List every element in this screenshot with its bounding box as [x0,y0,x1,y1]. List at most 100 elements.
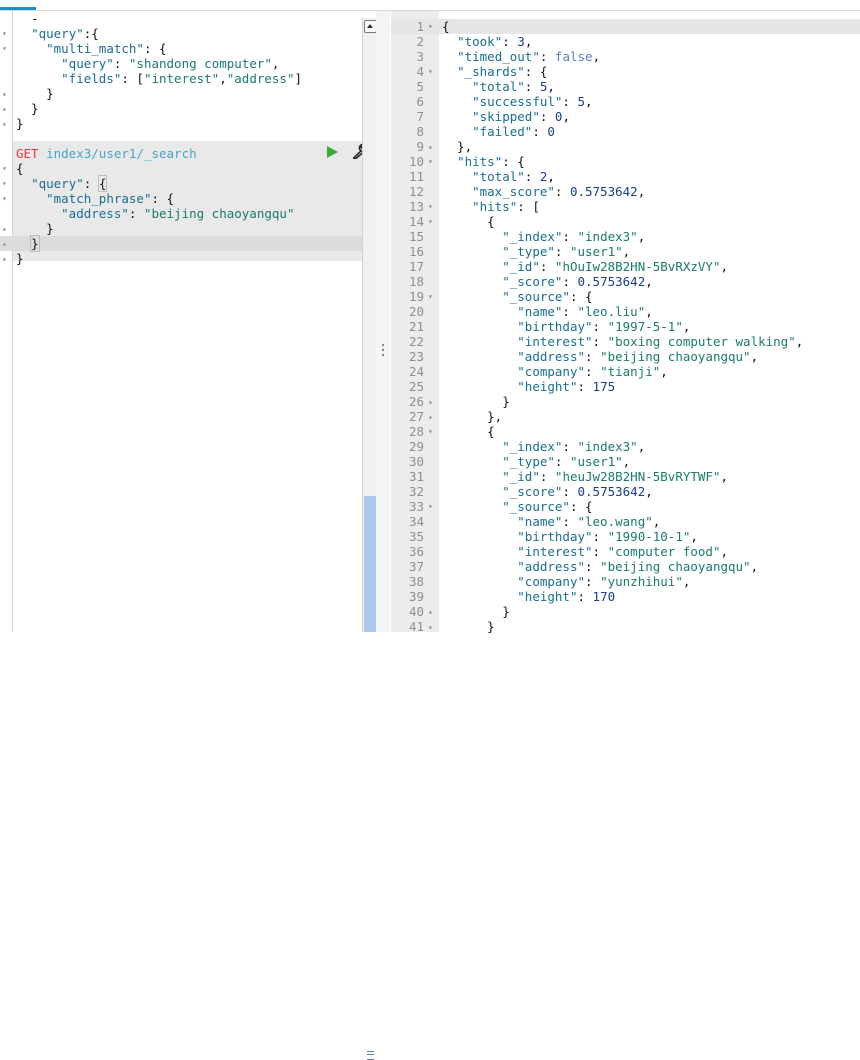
response-line: 4 ▾ "_shards": { [391,64,860,79]
pane-divider[interactable] [376,11,390,632]
request-line[interactable]: ▾ "query":{ [0,26,362,41]
code-token: : [562,274,578,289]
code-token: , [750,349,759,364]
code-token: "beijing chaoyangqu" [600,349,751,364]
code-token: 0 [547,124,555,139]
fold-close-icon[interactable]: ▴ [2,221,12,236]
code-token: 0.5753642 [569,184,638,199]
request-line[interactable]: "query": "shandong computer", [0,56,362,71]
fold-close-icon[interactable]: ▴ [2,251,12,266]
code-token: , [547,79,555,94]
play-icon[interactable] [327,146,338,158]
active-tab-indicator [0,7,36,10]
line-number: 24 [408,364,424,379]
fold-open-icon[interactable]: ▾ [2,176,12,191]
fold-open-icon[interactable]: ▾ [428,499,436,514]
code-token: : [128,206,144,221]
fold-open-icon[interactable]: ▾ [428,424,436,439]
code-token: :{ [83,26,99,41]
code-token: , [547,169,555,184]
request-line[interactable]: ▴} [0,251,362,266]
request-line[interactable]: GET index3/user1/_search [0,146,362,161]
fold-open-icon[interactable]: ▾ [2,191,12,206]
request-line[interactable]: ▴} [0,116,362,131]
code-token: 3 [517,34,525,49]
fold-close-icon[interactable]: ▴ [428,139,436,154]
request-line[interactable] [0,131,362,146]
line-number: 30 [408,454,424,469]
request-line[interactable]: ▾ "match_phrase": { [0,191,362,206]
code-token: : [592,544,608,559]
code-token: , [795,334,804,349]
scrollbar-thumb[interactable] [364,496,376,1060]
code-token: "leo.wang" [577,514,653,529]
response-line: 40 ▴ } [391,604,860,619]
fold-close-icon[interactable]: ▴ [2,101,12,116]
request-line-code: } [16,101,39,116]
request-line[interactable]: ▾ "multi_match": { [0,41,362,56]
response-line-code: "hits": [ [442,199,540,214]
response-line: 15 "_index": "index3", [391,229,860,244]
code-token: "successful" [472,94,563,109]
code-token: "interest" [517,334,593,349]
request-line-code: } [16,86,54,101]
code-token: , [592,49,601,64]
response-line: 16 "_type": "user1", [391,244,860,259]
line-number: 13 [408,199,424,214]
fold-close-icon[interactable]: ▴ [2,236,12,251]
fold-close-icon[interactable]: ▴ [428,409,436,424]
response-line-code: } [442,394,510,409]
line-number: 5 [416,79,424,94]
request-line[interactable]: ▾{ [0,161,362,176]
response-line-code: "company": "tianji", [442,364,668,379]
request-line[interactable]: ▴ } [0,235,362,252]
line-number: 23 [408,349,424,364]
code-token: , [637,184,646,199]
code-token: "yunzhihui" [600,574,683,589]
code-token: : [554,454,570,469]
response-line: 31 "_id": "heuJw28B2HN-5BvRYTWF", [391,469,860,484]
fold-close-icon[interactable]: ▴ [428,394,436,409]
response-viewer[interactable]: 1 ▾{2 "took": 3, 3 "timed_out": false, 4 ▾ "… [391,11,860,634]
fold-open-icon[interactable]: ▾ [428,289,436,304]
fold-open-icon[interactable]: ▾ [428,214,436,229]
fold-open-icon[interactable]: ▾ [2,26,12,41]
response-line: 35 "birthday": "1990-10-1", [391,529,860,544]
fold-open-icon[interactable]: ▾ [428,19,436,34]
request-line[interactable]: "address": "beijing chaoyangqu" [0,206,362,221]
fold-close-icon[interactable]: ▴ [2,86,12,101]
code-token: : [562,94,578,109]
line-number: 38 [408,574,424,589]
code-token: index3/user1/_search [46,146,197,161]
fold-open-icon[interactable]: ▾ [428,199,436,214]
response-line: 25 "height": 175 [391,379,860,394]
request-line[interactable]: ▾ "query": { [0,175,362,192]
request-line[interactable]: ▴ } [0,86,362,101]
request-line[interactable]: - [0,11,362,26]
fold-open-icon[interactable]: ▾ [428,64,436,79]
code-token: , [652,514,661,529]
request-line[interactable]: "fields": ["interest","address"] [0,71,362,86]
code-token: "address" [61,206,129,221]
drag-handle-icon[interactable] [382,344,384,360]
code-token: : [554,184,570,199]
response-line-code: { [442,214,495,229]
request-line[interactable]: ▴ } [0,101,362,116]
fold-close-icon[interactable]: ▴ [428,604,436,619]
fold-open-icon[interactable]: ▾ [428,154,436,169]
request-editor[interactable]: - ▾ "query":{▾ "multi_match": { "query": … [0,11,362,632]
fold-open-icon[interactable]: ▾ [2,41,12,56]
response-line: 34 "name": "leo.wang", [391,514,860,529]
fold-open-icon[interactable]: ▾ [2,161,12,176]
request-line-code: } [16,235,40,252]
code-token: "beijing chaoyangqu" [143,206,295,221]
request-line[interactable]: ▴ } [0,221,362,236]
fold-close-icon[interactable]: ▴ [2,116,12,131]
